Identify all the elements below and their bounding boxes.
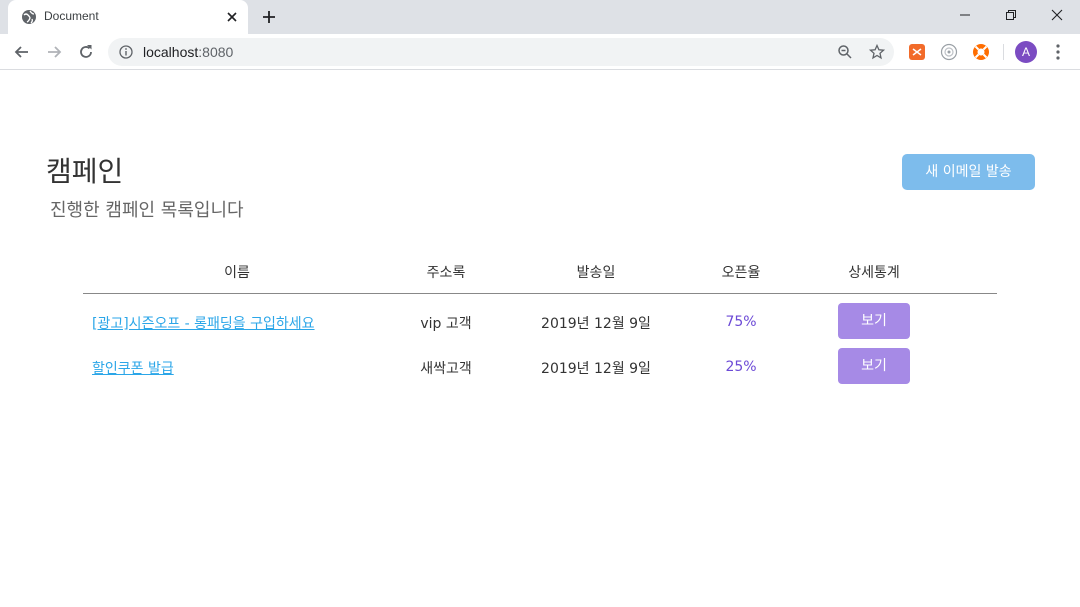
restore-icon (1006, 10, 1016, 20)
tab-title: Document (44, 9, 99, 23)
bookmark-star-icon[interactable] (869, 44, 885, 60)
address-book-cell: vip 고객 (420, 316, 472, 332)
campaign-name-link[interactable]: 할인쿠폰 발급 (92, 358, 174, 378)
browser-tab[interactable]: Document (8, 0, 248, 34)
extension-rx-icon[interactable] (908, 43, 926, 61)
minimize-button[interactable] (942, 0, 988, 30)
zoom-icon[interactable] (837, 44, 853, 60)
restore-button[interactable] (988, 0, 1034, 30)
globe-icon (22, 10, 36, 24)
back-arrow-icon[interactable] (12, 42, 32, 62)
campaign-name-link[interactable]: [광고]시즌오프 - 롱패딩을 구입하세요 (92, 313, 315, 333)
url-host: localhost (143, 44, 199, 60)
profile-avatar[interactable]: A (1015, 41, 1037, 63)
header-address-book: 주소록 (426, 265, 466, 281)
new-email-button[interactable]: 새 이메일 발송 (902, 154, 1035, 190)
view-details-button[interactable]: 보기 (838, 303, 910, 339)
extension-lifebuoy-icon[interactable] (972, 43, 990, 61)
view-details-button[interactable]: 보기 (838, 348, 910, 384)
browser-tab-strip: Document (0, 0, 1080, 34)
table-header-divider (83, 293, 997, 294)
header-open-rate: 오픈율 (721, 265, 761, 281)
sent-date-cell: 2019년 12월 9일 (541, 316, 651, 332)
header-sent-date: 발송일 (576, 265, 616, 281)
address-book-cell: 새싹고객 (420, 361, 472, 377)
page-subtitle: 진행한 캠페인 목록입니다 (50, 200, 244, 221)
open-rate-cell: 25% (725, 359, 757, 375)
close-window-button[interactable] (1034, 0, 1080, 30)
header-details: 상세통계 (848, 265, 900, 281)
sent-date-cell: 2019년 12월 9일 (541, 361, 651, 377)
browser-toolbar: localhost:8080 A (0, 34, 1080, 70)
header-name: 이름 (224, 265, 250, 281)
url-text[interactable]: localhost:8080 (143, 44, 233, 60)
url-port: :8080 (198, 44, 234, 60)
info-icon[interactable] (119, 45, 133, 59)
address-bar[interactable]: localhost:8080 (108, 38, 894, 66)
open-rate-cell: 75% (725, 314, 757, 330)
new-tab-icon[interactable] (261, 9, 277, 25)
page-title: 캠페인 (46, 155, 124, 188)
close-tab-icon[interactable] (224, 9, 240, 25)
more-menu-icon[interactable] (1050, 43, 1066, 61)
close-icon (1051, 9, 1063, 21)
minimize-icon (960, 14, 970, 16)
reload-icon[interactable] (76, 42, 96, 62)
toolbar-separator (1003, 44, 1004, 60)
extension-eye-icon[interactable] (940, 43, 958, 61)
forward-arrow-icon[interactable] (44, 42, 64, 62)
